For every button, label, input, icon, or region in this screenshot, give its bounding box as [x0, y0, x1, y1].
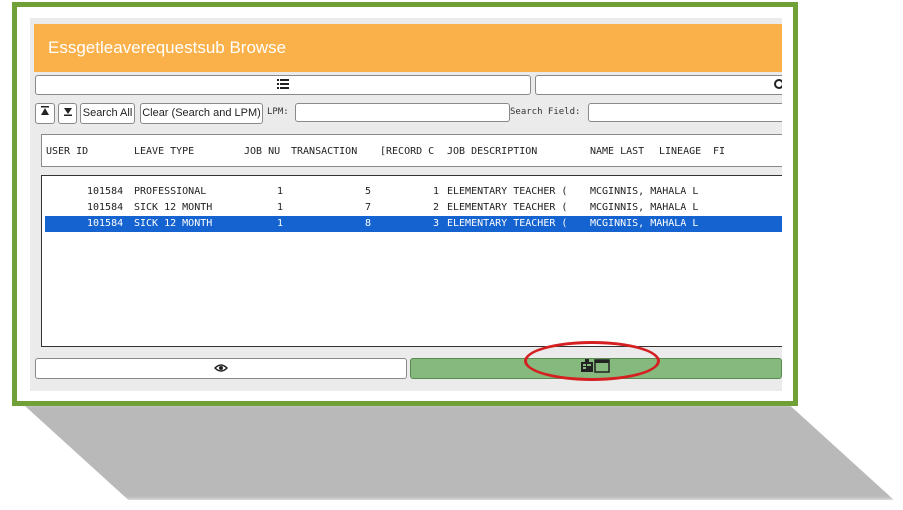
col-transaction[interactable]: TRANSACTION	[291, 146, 357, 157]
column-header-row: USER ID LEAVE TYPE JOB NU TRANSACTION [R…	[41, 134, 782, 167]
cell-record: 1	[433, 186, 440, 197]
cell-job-nu: 1	[277, 218, 284, 229]
col-first[interactable]: FI	[713, 146, 725, 157]
col-name-last[interactable]: NAME LAST	[590, 146, 644, 157]
cell-job-nu: 1	[277, 202, 284, 213]
table-row[interactable]: 101584 PROFESSIONAL 1 5 1 ELEMENTARY TEA…	[45, 184, 782, 200]
browse-panel: Essgetleaverequestsub Browse Search All …	[30, 18, 782, 391]
col-leave-type[interactable]: LEAVE TYPE	[134, 146, 194, 157]
cell-name: MCGINNIS, MAHALA L	[590, 218, 699, 229]
drop-shadow	[22, 404, 894, 500]
col-record[interactable]: [RECORD C	[380, 146, 434, 157]
search-icon[interactable]	[773, 78, 782, 97]
search-field-label: Search Field:	[510, 107, 581, 117]
cell-name: MCGINNIS, MAHALA L	[590, 202, 699, 213]
cell-job-description: ELEMENTARY TEACHER (	[447, 218, 568, 229]
cell-leave-type: SICK 12 MONTH	[134, 202, 213, 213]
search-field-input[interactable]	[588, 103, 782, 122]
first-record-button[interactable]	[35, 103, 55, 124]
next-record-button[interactable]	[58, 103, 77, 124]
lpm-input[interactable]	[295, 103, 510, 122]
cell-job-description: ELEMENTARY TEACHER (	[447, 202, 568, 213]
cell-transaction: 5	[365, 186, 372, 197]
list-icon	[277, 76, 289, 94]
col-lineage[interactable]: LINEAGE	[659, 146, 701, 157]
eye-icon	[213, 360, 229, 378]
col-user-id[interactable]: USER ID	[46, 146, 88, 157]
cell-transaction: 7	[365, 202, 372, 213]
search-all-button[interactable]: Search All	[80, 103, 135, 124]
menu-button[interactable]	[35, 75, 531, 95]
lpm-label: LPM:	[267, 107, 289, 117]
cell-name: MCGINNIS, MAHALA L	[590, 186, 699, 197]
screenshot-frame: Essgetleaverequestsub Browse Search All …	[12, 2, 798, 406]
table-row-selected[interactable]: 101584 SICK 12 MONTH 1 8 3 ELEMENTARY TE…	[45, 216, 782, 232]
cell-leave-type: SICK 12 MONTH	[134, 218, 213, 229]
cell-record: 2	[433, 202, 440, 213]
detail-view-button[interactable]	[410, 358, 782, 379]
arrow-up-bar-icon	[40, 106, 50, 119]
cell-user-id: 101584	[87, 186, 124, 197]
table-row[interactable]: 101584 SICK 12 MONTH 1 7 2 ELEMENTARY TE…	[45, 200, 782, 216]
cell-leave-type: PROFESSIONAL	[134, 186, 207, 197]
records-grid[interactable]: 101584 PROFESSIONAL 1 5 1 ELEMENTARY TEA…	[41, 175, 782, 347]
cell-transaction: 8	[365, 218, 372, 229]
cell-user-id: 101584	[87, 202, 124, 213]
arrow-down-icon	[63, 107, 73, 119]
cell-job-nu: 1	[277, 186, 284, 197]
page-title: Essgetleaverequestsub Browse	[34, 24, 782, 72]
detail-view-icon	[581, 359, 611, 378]
view-button[interactable]	[35, 358, 407, 379]
cell-user-id: 101584	[87, 218, 124, 229]
col-job-description[interactable]: JOB DESCRIPTION	[447, 146, 537, 157]
col-job-number[interactable]: JOB NU	[244, 146, 280, 157]
global-search-input[interactable]	[535, 75, 782, 95]
cell-job-description: ELEMENTARY TEACHER (	[447, 186, 568, 197]
clear-button[interactable]: Clear (Search and LPM)	[140, 103, 263, 124]
cell-record: 3	[433, 218, 440, 229]
